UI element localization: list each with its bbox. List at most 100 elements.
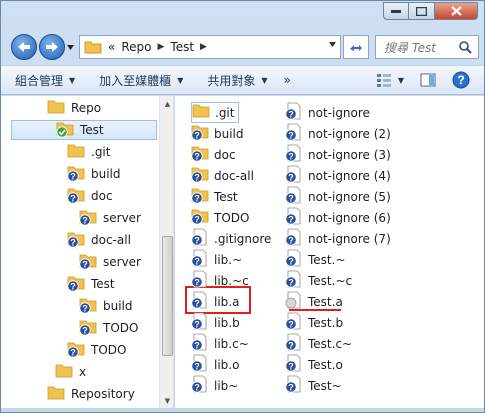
file-item[interactable]: ? Test.b bbox=[285, 312, 343, 333]
file-item[interactable]: ? not-ignore (7) bbox=[285, 228, 391, 249]
tree-item[interactable]: ? Test bbox=[67, 274, 115, 294]
address-bar[interactable]: « Repo ▶ Test ▶ bbox=[79, 35, 341, 59]
svg-text:?: ? bbox=[288, 320, 294, 330]
file-question-icon: ? bbox=[191, 228, 209, 249]
more-commands-label: » bbox=[283, 73, 291, 87]
file-item[interactable]: ? .gitignore bbox=[191, 228, 271, 249]
address-overflow[interactable]: « bbox=[108, 40, 115, 54]
file-item-label: doc-all bbox=[214, 168, 254, 183]
preview-pane-button[interactable] bbox=[412, 68, 444, 92]
tree-item[interactable]: ? TODO bbox=[79, 318, 138, 338]
file-item[interactable]: ? not-ignore (4) bbox=[285, 165, 391, 186]
nav-scrollbar[interactable]: ▲ ▼ bbox=[159, 96, 173, 408]
file-item[interactable]: ? lib.c~ bbox=[191, 333, 249, 354]
search-placeholder[interactable]: 搜尋 Test bbox=[384, 39, 436, 56]
file-item[interactable]: ? TODO bbox=[191, 207, 249, 228]
tree-item[interactable]: .git bbox=[67, 142, 110, 162]
more-commands-button[interactable]: » bbox=[276, 68, 299, 92]
share-with-menu[interactable]: 共用對象 ▼ bbox=[199, 68, 275, 92]
breadcrumb-repo[interactable]: Repo bbox=[121, 40, 151, 54]
svg-text:?: ? bbox=[70, 281, 76, 291]
scroll-up-icon[interactable]: ▲ bbox=[160, 96, 173, 111]
file-item[interactable]: Test.a bbox=[285, 291, 343, 312]
svg-text:?: ? bbox=[288, 383, 294, 393]
refresh-button[interactable] bbox=[343, 35, 369, 59]
tree-item[interactable]: Test bbox=[11, 120, 157, 140]
breadcrumb-test[interactable]: Test bbox=[170, 40, 194, 54]
file-item[interactable]: ? not-ignore bbox=[285, 102, 370, 123]
file-question-icon: ? bbox=[191, 270, 209, 291]
file-item[interactable]: ? not-ignore (5) bbox=[285, 186, 391, 207]
tree-item[interactable]: ? build bbox=[67, 164, 121, 184]
svg-text:?: ? bbox=[82, 303, 88, 313]
file-question-icon: ? bbox=[191, 333, 209, 354]
file-item[interactable]: ? build bbox=[191, 123, 244, 144]
back-button[interactable] bbox=[11, 34, 37, 60]
tree-item[interactable]: ? doc-all bbox=[67, 230, 131, 250]
file-item-label: doc bbox=[214, 147, 236, 162]
file-item[interactable]: ? doc-all bbox=[191, 165, 254, 186]
tree-item[interactable]: Repository bbox=[47, 384, 135, 404]
breadcrumb-separator-icon[interactable]: ▶ bbox=[157, 42, 164, 52]
file-item-label: Test bbox=[214, 189, 238, 204]
svg-text:?: ? bbox=[288, 278, 294, 288]
close-button[interactable] bbox=[435, 2, 478, 20]
file-item[interactable]: ? lib.~c bbox=[191, 270, 249, 291]
help-button[interactable]: ? bbox=[444, 68, 478, 92]
minimize-button[interactable] bbox=[383, 2, 409, 20]
file-item[interactable]: ? not-ignore (6) bbox=[285, 207, 391, 228]
tree-item[interactable]: Repo bbox=[47, 98, 101, 118]
tree-item[interactable]: ? server bbox=[79, 252, 141, 272]
file-item-label: .git bbox=[215, 105, 235, 120]
file-item[interactable]: ? not-ignore (3) bbox=[285, 144, 391, 165]
recent-pages-dropdown[interactable] bbox=[67, 43, 74, 53]
file-item[interactable]: ? lib~ bbox=[191, 375, 238, 396]
maximize-icon bbox=[416, 6, 427, 16]
file-item[interactable]: ? doc bbox=[191, 144, 236, 165]
tree-item[interactable]: ? doc bbox=[67, 186, 113, 206]
file-item[interactable]: ? lib.o bbox=[191, 354, 239, 375]
file-item[interactable]: ? lib.b bbox=[191, 312, 240, 333]
file-item[interactable]: ? lib.a bbox=[191, 291, 239, 312]
file-item[interactable]: ? Test.o bbox=[285, 354, 343, 375]
forward-button[interactable] bbox=[39, 34, 65, 60]
folder-question-icon: ? bbox=[191, 123, 209, 144]
organize-menu[interactable]: 組合管理 ▼ bbox=[7, 68, 83, 92]
file-item[interactable]: ? Test~ bbox=[285, 375, 342, 396]
preview-pane-icon bbox=[420, 73, 436, 87]
tree-item[interactable]: ? server bbox=[79, 208, 141, 228]
file-item[interactable]: ? Test.c~ bbox=[285, 333, 352, 354]
tree-item[interactable]: ? build bbox=[79, 296, 133, 316]
svg-text:?: ? bbox=[194, 215, 200, 225]
address-dropdown[interactable] bbox=[329, 40, 336, 50]
file-question-icon: ? bbox=[285, 144, 303, 165]
change-view-button[interactable]: ▼ bbox=[368, 68, 412, 92]
maximize-button[interactable] bbox=[409, 2, 435, 20]
add-to-library-menu[interactable]: 加入至媒體櫃 ▼ bbox=[91, 68, 191, 92]
close-icon bbox=[450, 6, 462, 16]
share-with-label: 共用對象 bbox=[207, 73, 256, 88]
file-item[interactable]: ? lib.~ bbox=[191, 249, 242, 270]
file-item[interactable]: ? Test bbox=[191, 186, 238, 207]
breadcrumb-separator-icon[interactable]: ▶ bbox=[200, 42, 207, 52]
file-item-label: lib.o bbox=[214, 357, 240, 372]
tree-item[interactable]: ? TODO bbox=[67, 340, 126, 360]
svg-text:?: ? bbox=[288, 131, 294, 141]
tree-item[interactable]: x bbox=[55, 362, 86, 382]
svg-text:?: ? bbox=[194, 152, 200, 162]
search-box[interactable]: 搜尋 Test bbox=[375, 35, 479, 59]
svg-text:?: ? bbox=[194, 173, 200, 183]
file-item[interactable]: ? Test.~c bbox=[285, 270, 352, 291]
file-question-icon: ? bbox=[285, 312, 303, 333]
file-item-label: Test.~c bbox=[308, 273, 353, 288]
search-icon[interactable] bbox=[459, 41, 472, 54]
file-item[interactable]: ? Test.~ bbox=[285, 249, 346, 270]
file-item[interactable]: ? not-ignore (2) bbox=[285, 123, 391, 144]
arrow-left-icon bbox=[18, 42, 30, 52]
file-item-label: not-ignore (3) bbox=[308, 147, 391, 162]
chevron-down-icon: ▼ bbox=[69, 75, 76, 85]
file-item[interactable]: .git bbox=[191, 102, 240, 123]
scroll-down-icon[interactable]: ▼ bbox=[160, 393, 173, 408]
scrollbar-thumb[interactable] bbox=[162, 236, 173, 356]
svg-text:?: ? bbox=[288, 215, 294, 225]
